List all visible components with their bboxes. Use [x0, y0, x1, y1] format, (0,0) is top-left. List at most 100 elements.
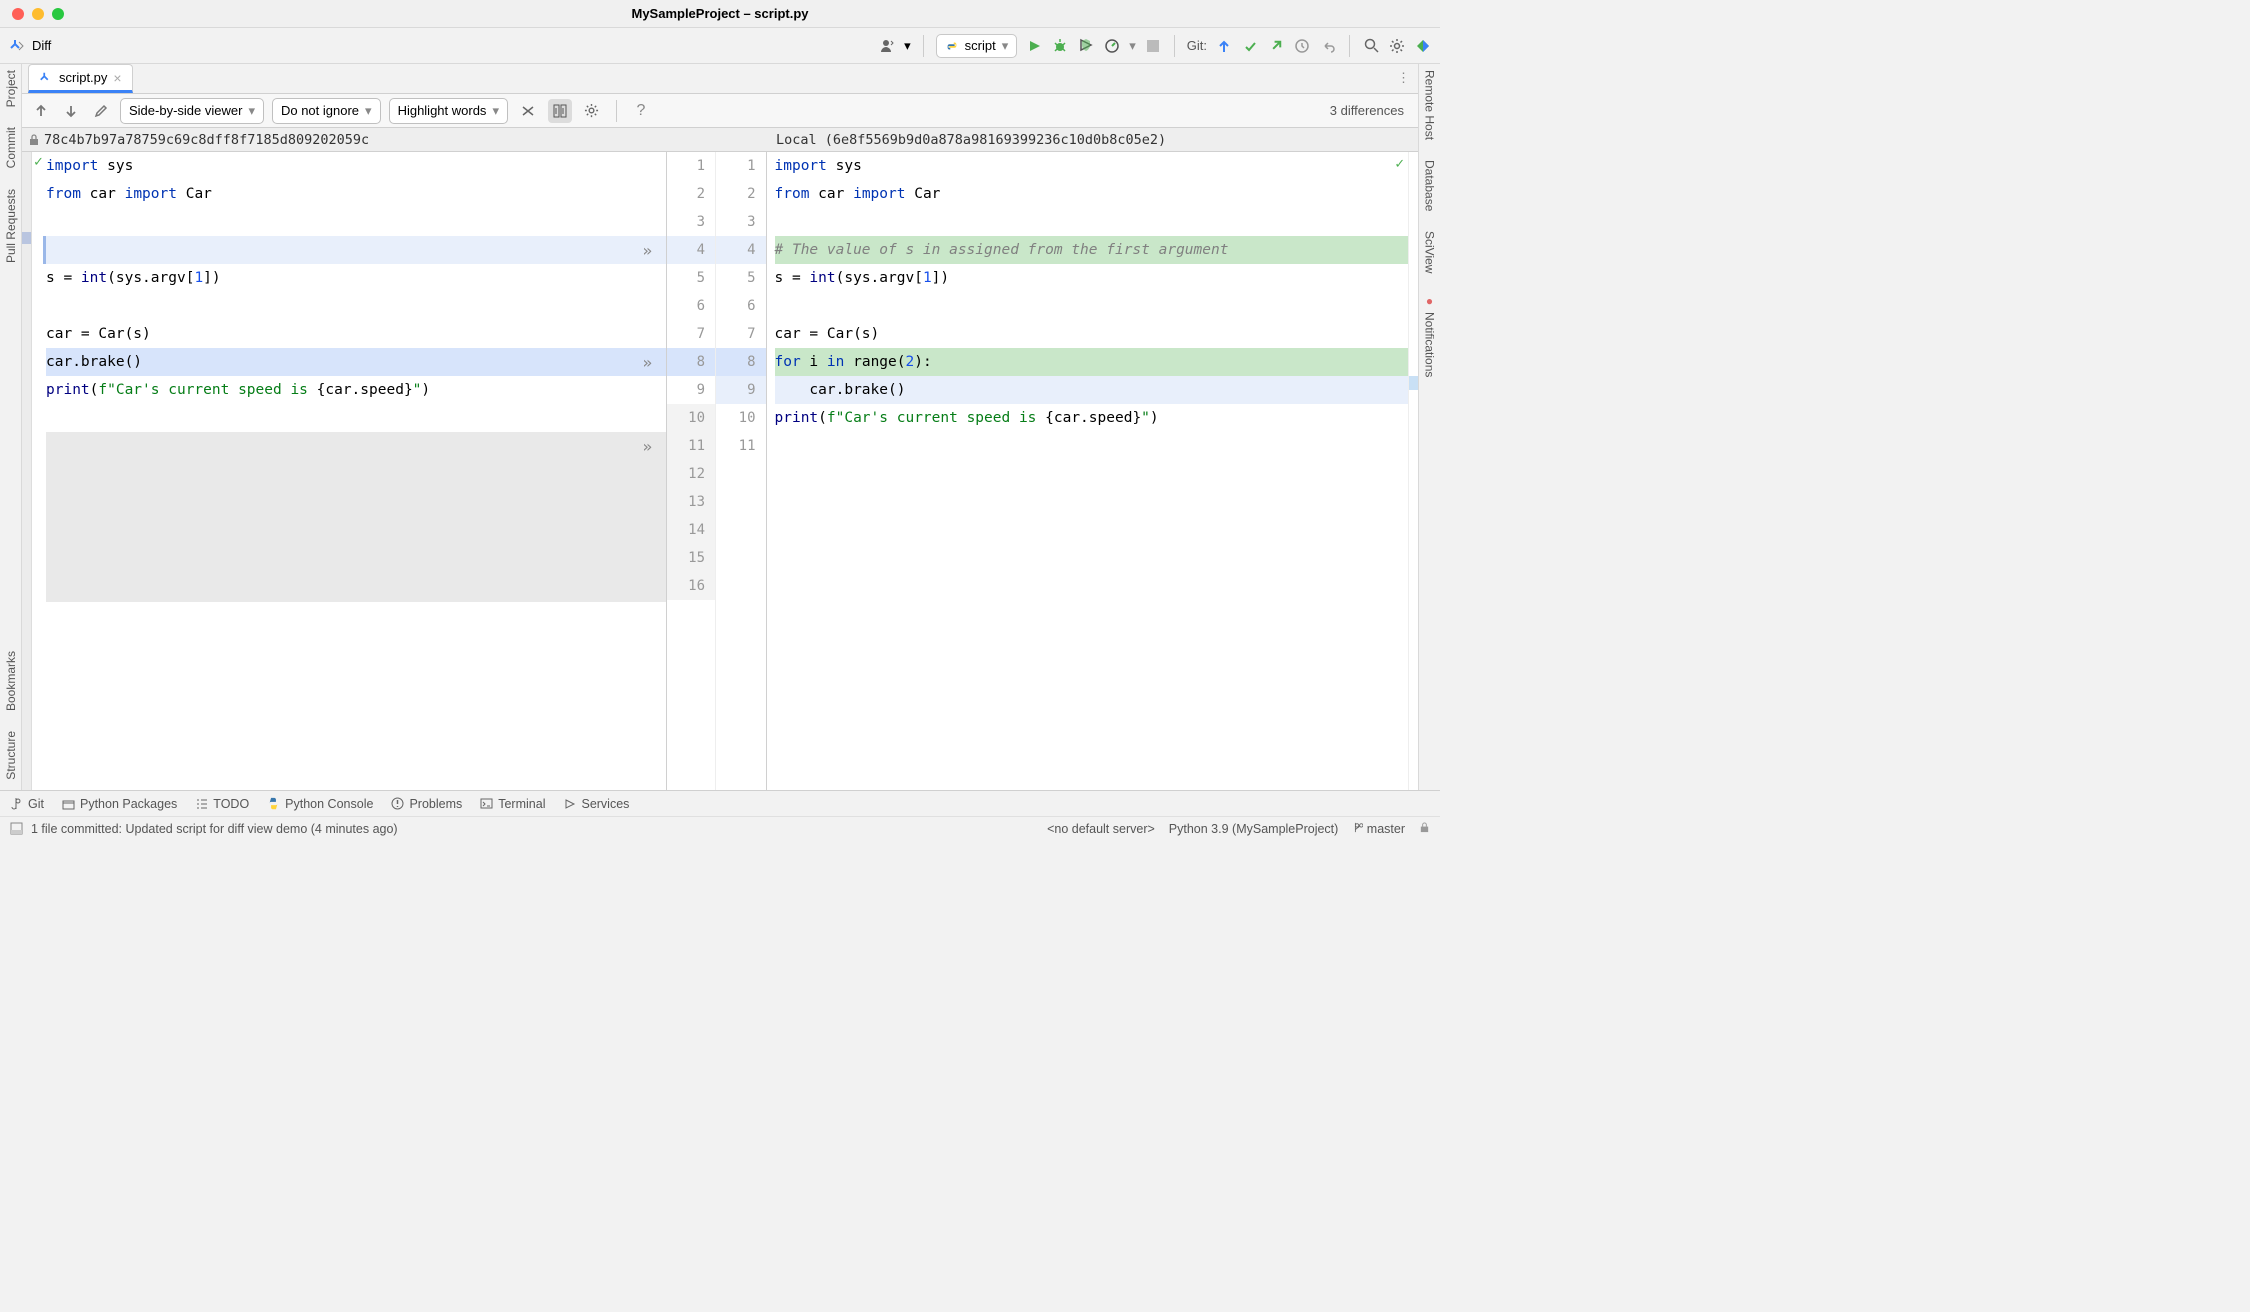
git-rollback-icon[interactable] — [1319, 37, 1337, 55]
diff-icon — [8, 37, 26, 55]
fullscreen-window-button[interactable] — [52, 8, 64, 20]
tool-python-console[interactable]: Python Console — [267, 797, 373, 811]
sidebar-item-pull-requests[interactable]: Pull Requests — [4, 189, 18, 263]
code-line: for i in range(2): — [775, 348, 1409, 376]
window-title: MySampleProject – script.py — [0, 6, 1440, 21]
collapse-unchanged-icon[interactable] — [516, 99, 540, 123]
code-line: car = Car(s) — [46, 320, 666, 348]
status-interpreter[interactable]: Python 3.9 (MySampleProject) — [1169, 822, 1339, 836]
status-commit-msg: 1 file committed: Updated script for dif… — [31, 822, 398, 836]
run-config-selector[interactable]: script ▾ — [936, 34, 1018, 58]
diff-count: 3 differences — [1330, 103, 1410, 118]
git-pull-icon[interactable] — [1215, 37, 1233, 55]
left-overview-strip[interactable] — [22, 152, 32, 790]
tool-services[interactable]: Services — [563, 797, 629, 811]
right-overview-strip[interactable] — [1408, 152, 1418, 790]
close-tab-icon[interactable]: × — [113, 70, 121, 86]
file-tab-label: script.py — [59, 70, 107, 85]
sidebar-item-structure[interactable]: Structure — [4, 731, 18, 780]
bottom-tool-bar: Git Python Packages TODO Python Console … — [0, 790, 1440, 816]
stop-icon[interactable] — [1144, 37, 1162, 55]
code-line — [43, 236, 666, 264]
editor-area: script.py × ⋮ Side-by-side viewer▾ Do no… — [22, 64, 1418, 790]
user-icon[interactable] — [878, 37, 896, 55]
run-icon[interactable] — [1025, 37, 1043, 55]
left-tool-strip: Project Commit Pull Requests Bookmarks S… — [0, 64, 22, 790]
code-line — [775, 208, 1409, 236]
sidebar-item-commit[interactable]: Commit — [4, 127, 18, 168]
left-pane[interactable]: ✓ import sys from car import Car s = int… — [32, 152, 667, 790]
chevron-down-icon[interactable]: ▾ — [904, 38, 911, 54]
lock-icon — [28, 134, 40, 146]
edit-src-icon[interactable] — [90, 100, 112, 122]
code-line: print(f"Car's current speed is {car.spee… — [46, 376, 666, 404]
viewer-mode-dropdown[interactable]: Side-by-side viewer▾ — [120, 98, 264, 124]
profiler-icon[interactable] — [1103, 37, 1121, 55]
jetbrains-icon[interactable] — [1414, 37, 1432, 55]
tool-todo[interactable]: TODO — [195, 797, 249, 811]
code-line — [46, 208, 666, 236]
code-line: print(f"Car's current speed is {car.spee… — [775, 404, 1409, 432]
chevron-down-icon[interactable]: ▾ — [1129, 38, 1136, 54]
sidebar-item-project[interactable]: Project — [4, 70, 18, 107]
prev-diff-icon[interactable] — [30, 100, 52, 122]
sidebar-item-bookmarks[interactable]: Bookmarks — [4, 651, 18, 711]
minimize-window-button[interactable] — [32, 8, 44, 20]
diff-settings-icon[interactable] — [580, 99, 604, 123]
tool-problems[interactable]: Problems — [391, 797, 462, 811]
code-line: car.brake() — [775, 376, 1409, 404]
line-number-gutter: 1 2 3 4 5 6 7 8 9 10 11 12 13 14 15 16 — [667, 152, 767, 790]
left-revision-hash: 78c4b7b97a78759c69c8dff8f7185d809202059c — [44, 132, 369, 148]
highlight-mode-dropdown[interactable]: Highlight words▾ — [389, 98, 508, 124]
help-icon[interactable]: ? — [629, 99, 653, 123]
tool-terminal[interactable]: Terminal — [480, 797, 545, 811]
debug-icon[interactable] — [1051, 37, 1069, 55]
tool-git[interactable]: Git — [10, 797, 44, 811]
status-server[interactable]: <no default server> — [1047, 822, 1155, 836]
sidebar-item-database[interactable]: Database — [1423, 160, 1437, 211]
diff-file-icon — [39, 71, 53, 85]
status-branch[interactable]: master — [1352, 822, 1405, 836]
main-toolbar: Diff ▾ script ▾ ▾ Git: — [0, 28, 1440, 64]
settings-icon[interactable] — [1388, 37, 1406, 55]
code-line: # The value of s in assigned from the fi… — [775, 236, 1409, 264]
file-tabs: script.py × ⋮ — [22, 64, 1418, 94]
code-line: from car import Car — [775, 180, 1409, 208]
code-line — [775, 292, 1409, 320]
next-diff-icon[interactable] — [60, 100, 82, 122]
run-config-name: script — [965, 38, 996, 53]
file-tab-script[interactable]: script.py × — [28, 64, 133, 93]
close-window-button[interactable] — [12, 8, 24, 20]
inspection-ok-icon: ✓ — [1395, 156, 1404, 172]
titlebar: MySampleProject – script.py — [0, 0, 1440, 28]
git-history-icon[interactable] — [1293, 37, 1311, 55]
code-line: car = Car(s) — [775, 320, 1409, 348]
diff-toolbar: Side-by-side viewer▾ Do not ignore▾ High… — [22, 94, 1418, 128]
python-icon — [945, 39, 959, 53]
sidebar-item-sciview[interactable]: SciView — [1423, 231, 1437, 273]
search-icon[interactable] — [1362, 37, 1380, 55]
status-panel-icon[interactable] — [10, 822, 23, 835]
diff-view: ✓ import sys from car import Car s = int… — [22, 152, 1418, 790]
code-line: s = int(sys.argv[1]) — [46, 264, 666, 292]
breadcrumb[interactable]: Diff — [32, 38, 51, 53]
sync-scroll-icon[interactable] — [548, 99, 572, 123]
coverage-icon[interactable] — [1077, 37, 1095, 55]
sidebar-item-remote-host[interactable]: Remote Host — [1423, 70, 1437, 140]
main-body: Project Commit Pull Requests Bookmarks S… — [0, 64, 1440, 790]
tool-python-packages[interactable]: Python Packages — [62, 797, 177, 811]
code-line: car.brake() — [46, 348, 666, 376]
code-line — [46, 404, 666, 432]
sidebar-item-notifications[interactable]: ●Notifications — [1423, 294, 1437, 377]
inspection-ok-icon: ✓ — [34, 154, 43, 170]
git-commit-icon[interactable] — [1241, 37, 1259, 55]
tab-options-icon[interactable]: ⋮ — [1397, 70, 1410, 86]
lock-icon[interactable] — [1419, 822, 1430, 836]
ignore-mode-dropdown[interactable]: Do not ignore▾ — [272, 98, 381, 124]
git-push-icon[interactable] — [1267, 37, 1285, 55]
right-pane[interactable]: ✓ import sys from car import Car # The v… — [767, 152, 1409, 790]
code-line: s = int(sys.argv[1]) — [775, 264, 1409, 292]
status-bar: 1 file committed: Updated script for dif… — [0, 816, 1440, 840]
chevron-down-icon: ▾ — [1002, 38, 1009, 54]
left-inactive-region — [46, 432, 666, 602]
